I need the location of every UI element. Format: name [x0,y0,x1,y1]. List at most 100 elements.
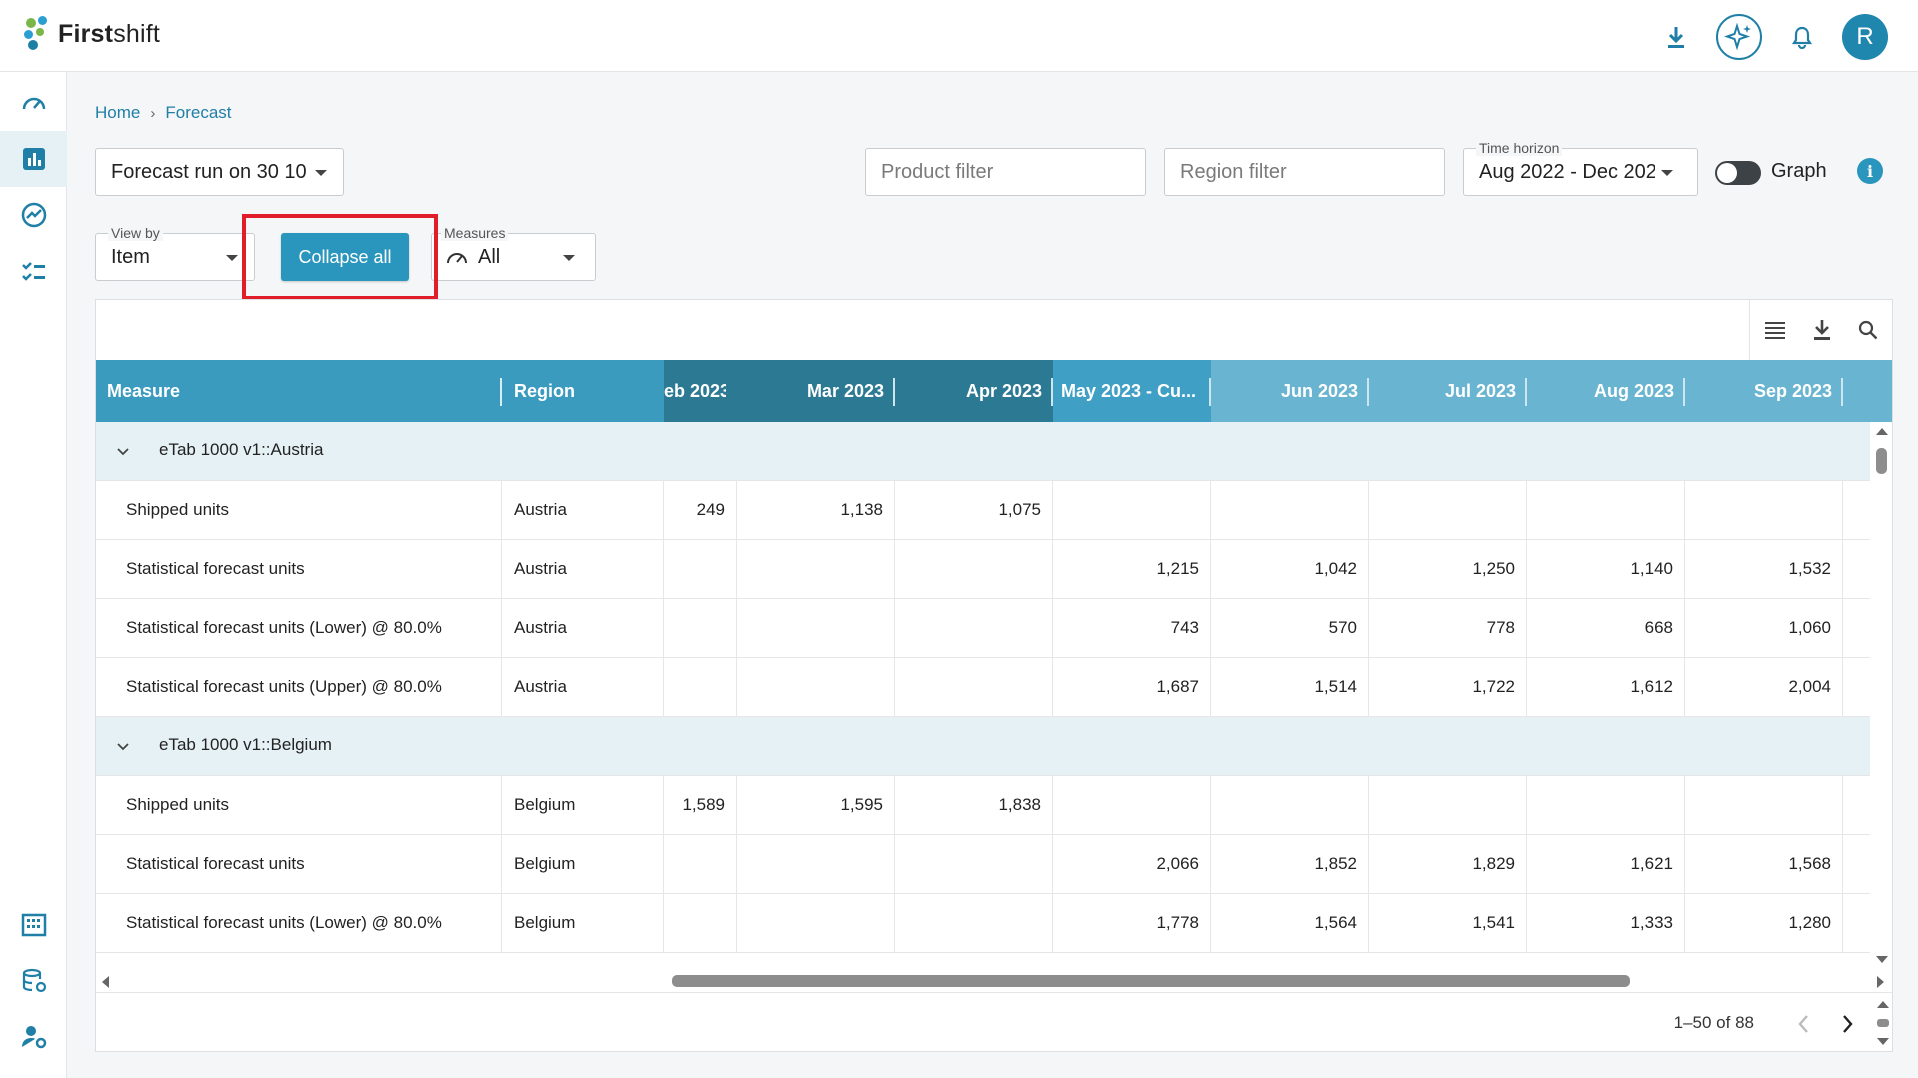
column-header-month[interactable]: Jul 2023 [1369,360,1527,422]
value-cell[interactable] [1211,776,1369,834]
column-header-region[interactable]: Region [502,360,664,422]
chevron-down-icon[interactable] [116,742,130,752]
ai-sparkle-icon[interactable] [1716,14,1762,60]
value-cell[interactable]: 1,532 [1685,540,1843,598]
scroll-left-arrow-icon[interactable] [100,975,110,989]
value-cell[interactable] [895,894,1053,952]
value-cell[interactable]: 778 [1369,599,1527,657]
firstshift-logo[interactable]: Firstshift [24,16,160,52]
nav-organization[interactable] [0,897,67,953]
breadcrumb-forecast[interactable]: Forecast [165,103,231,123]
value-cell[interactable]: 668 [1527,599,1685,657]
value-cell[interactable]: 1,838 [895,776,1053,834]
value-cell[interactable]: 1,829 [1369,835,1527,893]
value-cell[interactable]: 1,280 [1685,894,1843,952]
value-cell[interactable] [737,894,895,952]
bell-icon[interactable] [1784,19,1820,55]
nav-forecast[interactable] [0,131,67,187]
column-header-month[interactable]: Apr 2023 [895,360,1053,422]
value-cell[interactable] [664,894,737,952]
footer-scroll-down-icon[interactable] [1876,1037,1890,1047]
download-icon[interactable] [1813,319,1831,341]
value-cell[interactable] [1369,776,1527,834]
value-cell[interactable]: 1,852 [1211,835,1369,893]
value-cell[interactable]: 1,215 [1053,540,1211,598]
value-cell[interactable] [737,658,895,716]
menu-lines-icon[interactable] [1764,320,1786,340]
value-cell[interactable] [895,540,1053,598]
horizontal-scroll-thumb[interactable] [672,975,1630,987]
value-cell[interactable]: 1,612 [1527,658,1685,716]
scroll-down-arrow-icon[interactable] [1875,955,1889,965]
value-cell[interactable] [895,599,1053,657]
value-cell[interactable]: 743 [1053,599,1211,657]
column-header-measure[interactable]: Measure [96,360,502,422]
value-cell[interactable]: 1,140 [1527,540,1685,598]
value-cell[interactable]: 1,621 [1527,835,1685,893]
chevron-down-icon[interactable] [116,447,130,457]
nav-dashboard[interactable] [0,75,67,131]
group-row[interactable]: eTab 1000 v1::Belgium [96,717,1872,776]
value-cell[interactable] [737,540,895,598]
column-header-month[interactable]: Jun 2023 [1211,360,1369,422]
nav-user-settings[interactable] [0,1009,67,1065]
value-cell[interactable] [1211,481,1369,539]
value-cell[interactable]: 1,595 [737,776,895,834]
value-cell[interactable] [737,599,895,657]
value-cell[interactable] [1053,776,1211,834]
vertical-scroll-thumb[interactable] [1876,448,1887,474]
value-cell[interactable]: 1,589 [664,776,737,834]
value-cell[interactable] [664,835,737,893]
value-cell[interactable]: 1,333 [1527,894,1685,952]
breadcrumb-home[interactable]: Home [95,103,140,123]
user-avatar[interactable]: R [1842,14,1888,60]
value-cell[interactable]: 1,687 [1053,658,1211,716]
vertical-scrollbar[interactable] [1870,422,1892,970]
value-cell[interactable]: 1,564 [1211,894,1369,952]
graph-toggle[interactable] [1715,161,1761,185]
value-cell[interactable]: 1,075 [895,481,1053,539]
value-cell[interactable] [895,658,1053,716]
download-icon[interactable] [1658,19,1694,55]
value-cell[interactable] [1053,481,1211,539]
value-cell[interactable]: 1,060 [1685,599,1843,657]
previous-page-icon[interactable] [1797,1014,1809,1034]
footer-scroll-thumb[interactable] [1877,1019,1889,1027]
forecast-run-select[interactable]: Forecast run on 30 10 [95,148,344,196]
value-cell[interactable]: 2,004 [1685,658,1843,716]
next-page-icon[interactable] [1842,1014,1854,1034]
nav-tasks[interactable] [0,243,67,299]
value-cell[interactable] [1685,481,1843,539]
value-cell[interactable] [737,835,895,893]
scroll-right-arrow-icon[interactable] [1876,975,1886,989]
column-header-month[interactable]: May 2023 - Cu... [1053,360,1211,422]
column-header-month[interactable]: eb 2023 [664,360,737,422]
search-icon[interactable] [1858,320,1878,340]
nav-analytics[interactable] [0,187,67,243]
value-cell[interactable] [664,658,737,716]
horizontal-scrollbar[interactable] [96,970,1892,992]
nav-data-settings[interactable] [0,953,67,1009]
info-icon[interactable]: i [1857,158,1883,184]
column-header-month[interactable]: Mar 2023 [737,360,895,422]
product-filter-input[interactable]: Product filter [865,148,1146,196]
value-cell[interactable]: 249 [664,481,737,539]
value-cell[interactable] [1369,481,1527,539]
value-cell[interactable] [664,540,737,598]
value-cell[interactable]: 2,066 [1053,835,1211,893]
value-cell[interactable]: 1,541 [1369,894,1527,952]
value-cell[interactable]: 570 [1211,599,1369,657]
column-header-month[interactable]: Aug 2023 [1527,360,1685,422]
value-cell[interactable]: 1,778 [1053,894,1211,952]
footer-scroll-up-icon[interactable] [1876,999,1890,1009]
value-cell[interactable]: 1,138 [737,481,895,539]
value-cell[interactable]: 1,250 [1369,540,1527,598]
value-cell[interactable]: 1,722 [1369,658,1527,716]
value-cell[interactable]: 1,514 [1211,658,1369,716]
value-cell[interactable]: 1,568 [1685,835,1843,893]
group-row[interactable]: eTab 1000 v1::Austria [96,422,1872,481]
value-cell[interactable] [895,835,1053,893]
region-filter-input[interactable]: Region filter [1164,148,1445,196]
scroll-up-arrow-icon[interactable] [1875,426,1889,436]
value-cell[interactable] [1527,776,1685,834]
